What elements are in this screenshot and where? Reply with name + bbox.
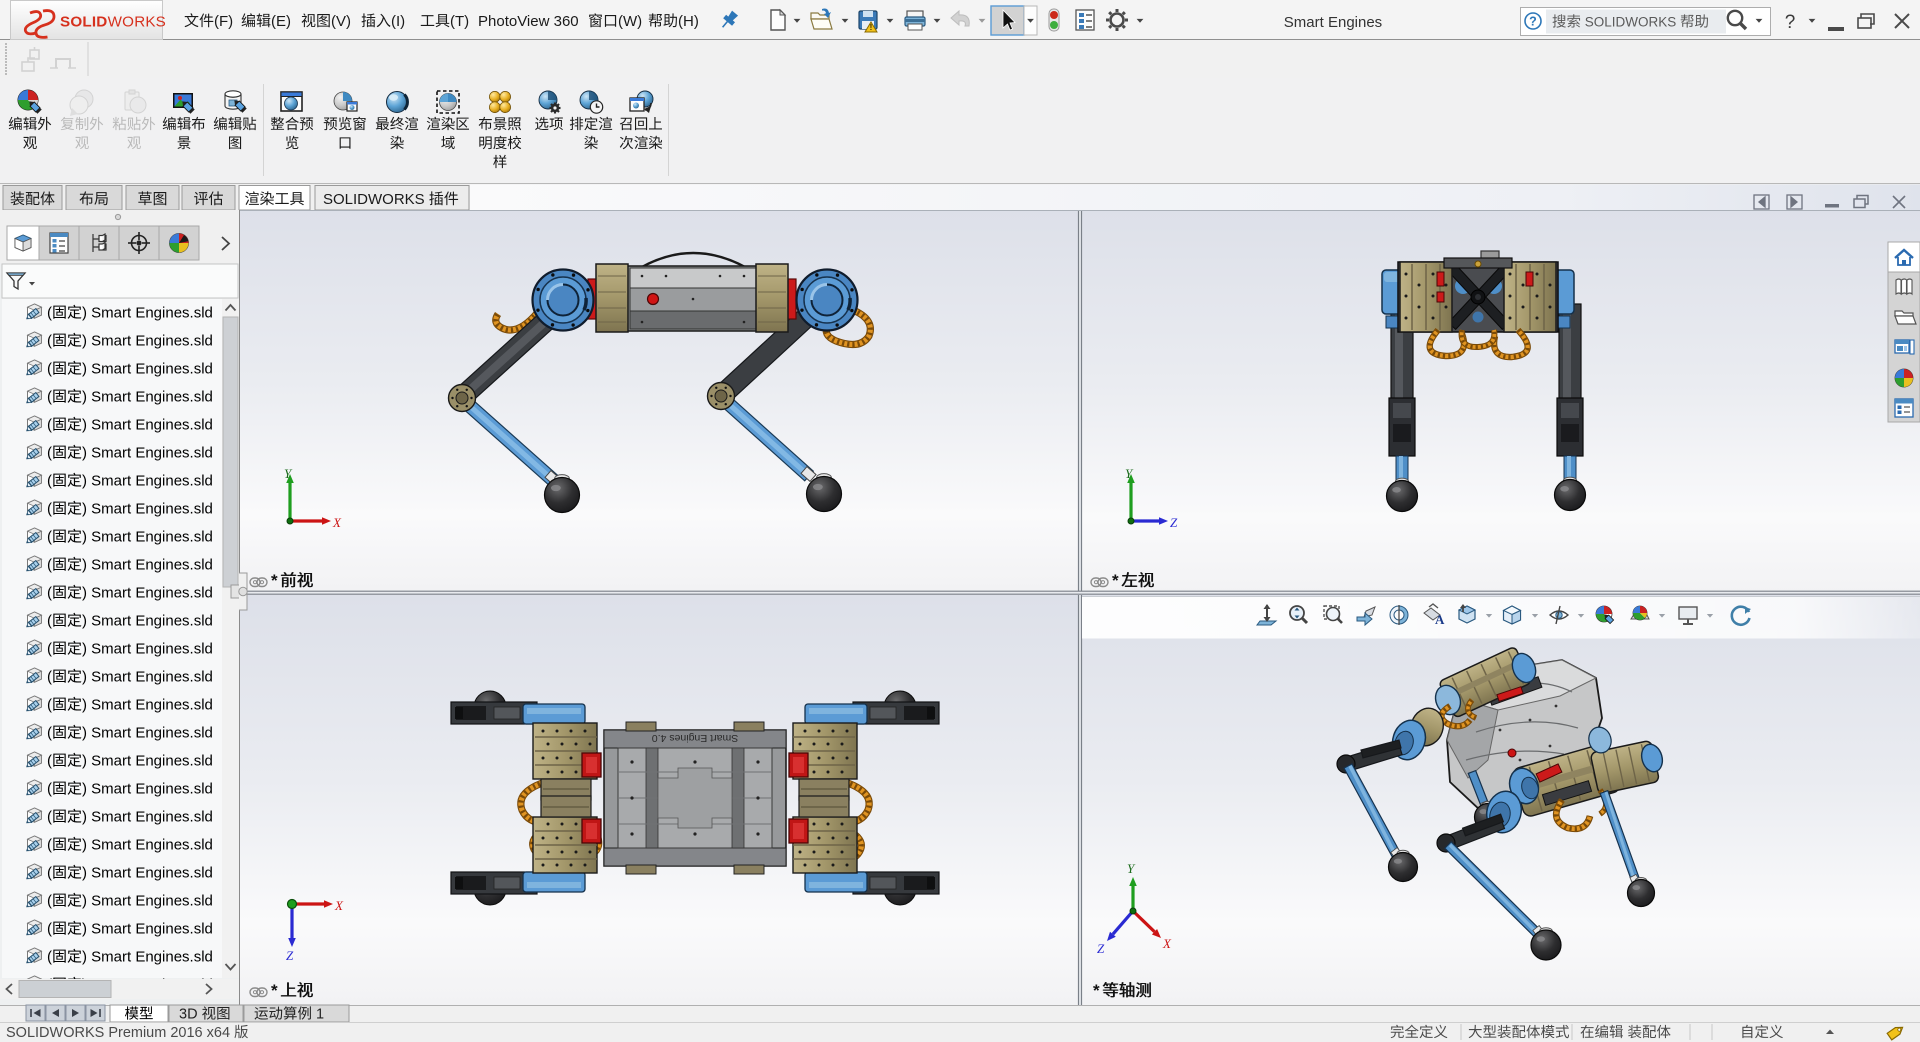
svg-text:1: 1 [312,1007,324,1023]
svg-text:A: A [1435,612,1445,627]
svg-text:PhotoView 360: PhotoView 360 [478,13,579,30]
svg-text:Smart Engines: Smart Engines [1284,14,1382,31]
svg-text:3D: 3D [179,1007,202,1023]
svg-text:X: X [1162,936,1172,951]
svg-text:(V): (V) [331,13,351,30]
svg-text:(H): (H) [678,13,699,30]
svg-text:*: * [1112,571,1119,590]
svg-text:Z: Z [1097,941,1105,956]
svg-text:(W): (W) [618,13,642,30]
svg-text:?: ? [1529,15,1537,29]
svg-text:*: * [271,981,278,1000]
svg-text:(I): (I) [391,13,405,30]
svg-text:*: * [1093,981,1100,1000]
svg-text:(T): (T) [450,13,469,30]
svg-text:(E): (E) [271,13,291,30]
svg-text:SOLID: SOLID [60,14,107,31]
svg-text:(F): (F) [214,13,233,30]
svg-text:SOLIDWORKS: SOLIDWORKS [323,191,429,208]
svg-text:WORKS: WORKS [108,14,166,31]
svg-text:?: ? [1785,12,1796,33]
svg-text:SOLIDWORKS Premium 2016 x64: SOLIDWORKS Premium 2016 x64 [6,1025,234,1041]
svg-text:SOLIDWORKS: SOLIDWORKS [1581,15,1680,30]
svg-text:X: X [334,898,344,913]
svg-text:X: X [332,515,342,530]
svg-text:!: ! [870,23,873,32]
svg-text:Z: Z [1170,515,1178,530]
svg-text:Smart Engines 4.0: Smart Engines 4.0 [652,732,739,744]
svg-text:*: * [271,571,278,590]
svg-text:Z: Z [286,948,294,963]
